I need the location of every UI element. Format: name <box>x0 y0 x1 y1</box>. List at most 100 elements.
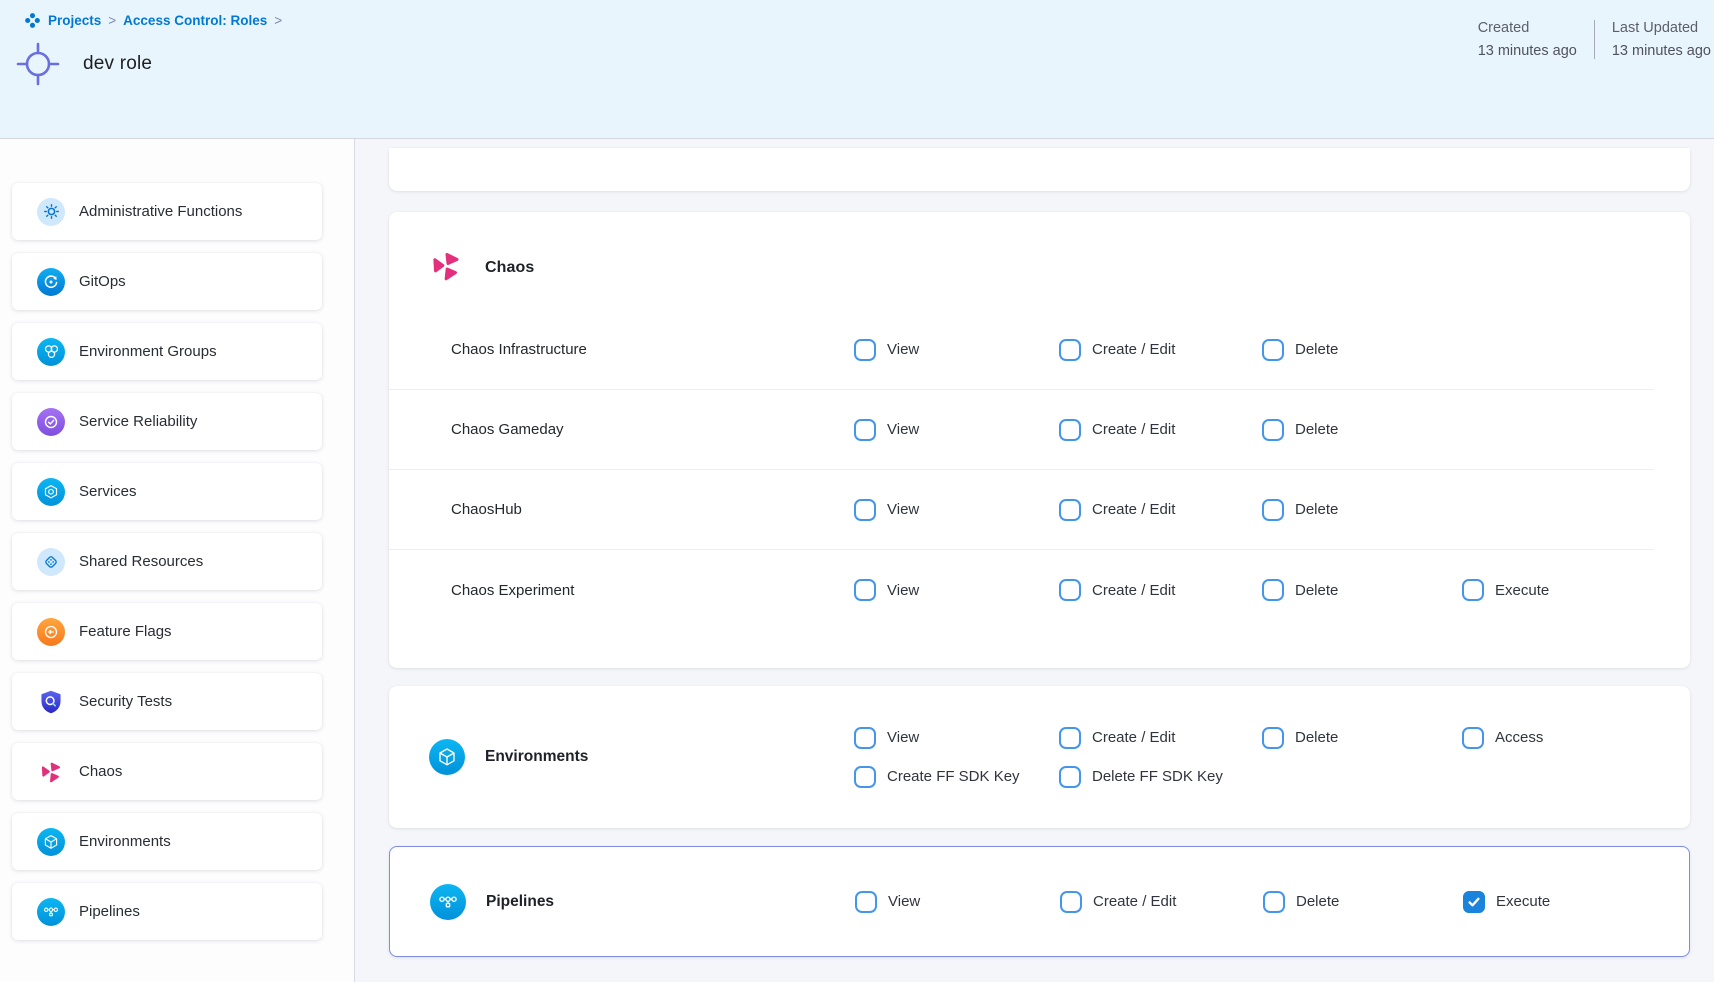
sidebar-item-shared-resources[interactable]: Shared Resources <box>12 533 322 590</box>
checkbox-delete-ff-sdk-key[interactable]: Delete FF SDK Key <box>1059 766 1262 788</box>
checkbox[interactable] <box>854 339 876 361</box>
checkbox-view[interactable]: View <box>854 419 1059 441</box>
checkbox-view[interactable]: View <box>854 579 1059 601</box>
sidebar-item-services[interactable]: Services <box>12 463 322 520</box>
checkbox[interactable] <box>854 499 876 521</box>
checkbox-delete[interactable]: Delete <box>1262 419 1462 441</box>
checkbox[interactable] <box>1059 339 1081 361</box>
checkbox-view[interactable]: View <box>854 727 1059 749</box>
permission-row-chaos-infrastructure: Chaos Infrastructure View Create / Edit … <box>389 310 1654 390</box>
checkbox-label: Create / Edit <box>1092 501 1175 518</box>
created-value: 13 minutes ago <box>1478 43 1577 59</box>
row-label: Chaos Gameday <box>451 421 854 438</box>
shared-resources-icon <box>37 548 65 576</box>
checkbox-create-edit[interactable]: Create / Edit <box>1059 499 1262 521</box>
permission-row-chaos-experiment: Chaos Experiment View Create / Edit Dele… <box>389 550 1654 630</box>
environments-resource-card: Environments View Create / Edit Delete A… <box>389 686 1690 828</box>
checkbox-delete[interactable]: Delete <box>1263 891 1463 913</box>
security-tests-icon <box>37 688 65 716</box>
checkbox[interactable] <box>854 419 876 441</box>
checkbox[interactable] <box>1059 579 1081 601</box>
checkbox[interactable] <box>854 766 876 788</box>
checkbox[interactable] <box>1262 727 1284 749</box>
checkbox-label: Delete <box>1296 893 1339 910</box>
checkbox[interactable] <box>1462 727 1484 749</box>
role-meta: Created 13 minutes ago Last Updated 13 m… <box>1478 20 1711 59</box>
sidebar-item-administrative-functions[interactable]: Administrative Functions <box>12 183 322 240</box>
breadcrumb-projects[interactable]: Projects <box>48 13 101 28</box>
checkbox[interactable] <box>1263 891 1285 913</box>
checkbox-label: Create / Edit <box>1092 341 1175 358</box>
checkbox[interactable] <box>854 727 876 749</box>
checkbox[interactable] <box>1462 579 1484 601</box>
title-row: dev role <box>13 39 1714 89</box>
checkbox[interactable] <box>1262 339 1284 361</box>
checkbox-create-ff-sdk-key[interactable]: Create FF SDK Key <box>854 766 1059 788</box>
checkbox-checked[interactable] <box>1463 891 1485 913</box>
checkbox-label: Create / Edit <box>1092 421 1175 438</box>
checkbox-label: Delete FF SDK Key <box>1092 768 1223 785</box>
sidebar-item-pipelines[interactable]: Pipelines <box>12 883 322 940</box>
checkbox[interactable] <box>1059 727 1081 749</box>
gitops-icon <box>37 268 65 296</box>
checkbox-create-edit[interactable]: Create / Edit <box>1059 727 1262 749</box>
sidebar-item-gitops[interactable]: GitOps <box>12 253 322 310</box>
sidebar-item-feature-flags[interactable]: Feature Flags <box>12 603 322 660</box>
sidebar-item-label: Environments <box>79 833 171 850</box>
checkbox-label: Execute <box>1496 893 1550 910</box>
environment-groups-icon <box>37 338 65 366</box>
checkbox-delete[interactable]: Delete <box>1262 579 1462 601</box>
checkbox[interactable] <box>1262 419 1284 441</box>
pipelines-icon <box>37 898 65 926</box>
checkbox-label: Execute <box>1495 582 1549 599</box>
checkbox-label: View <box>888 893 920 910</box>
card-title-environments: Environments <box>485 748 588 766</box>
service-reliability-icon <box>37 408 65 436</box>
checkbox-label: Delete <box>1295 421 1338 438</box>
checkbox-execute[interactable]: Execute <box>1462 579 1654 601</box>
checkbox[interactable] <box>1059 499 1081 521</box>
checkbox-access[interactable]: Access <box>1462 727 1690 749</box>
checkbox[interactable] <box>1262 499 1284 521</box>
sidebar-item-environments[interactable]: Environments <box>12 813 322 870</box>
sidebar-item-environment-groups[interactable]: Environment Groups <box>12 323 322 380</box>
checkbox[interactable] <box>855 891 877 913</box>
checkbox-create-edit[interactable]: Create / Edit <box>1059 339 1262 361</box>
row-label: Chaos Experiment <box>451 582 854 599</box>
checkbox-label: Create / Edit <box>1093 893 1176 910</box>
checkbox-delete[interactable]: Delete <box>1262 727 1462 749</box>
sidebar-item-label: Services <box>79 483 137 500</box>
card-title-chaos: Chaos <box>485 259 534 277</box>
services-icon <box>37 478 65 506</box>
row-label: ChaosHub <box>451 501 854 518</box>
sidebar-item-service-reliability[interactable]: Service Reliability <box>12 393 322 450</box>
checkbox-view[interactable]: View <box>854 339 1059 361</box>
checkbox[interactable] <box>1059 419 1081 441</box>
checkbox-label: Create / Edit <box>1092 729 1175 746</box>
breadcrumb-access-control-roles[interactable]: Access Control: Roles <box>123 13 267 28</box>
sidebar-item-label: Administrative Functions <box>79 203 242 220</box>
chaos-pinwheel-icon <box>37 758 65 786</box>
role-crosshair-icon <box>13 39 63 89</box>
checkbox-execute-checked[interactable]: Execute <box>1463 891 1689 913</box>
checkbox[interactable] <box>1262 579 1284 601</box>
checkbox-view[interactable]: View <box>855 891 1060 913</box>
checkbox-create-edit[interactable]: Create / Edit <box>1059 419 1262 441</box>
checkbox-create-edit[interactable]: Create / Edit <box>1059 579 1262 601</box>
projects-logo-icon <box>24 12 41 29</box>
checkbox-label: Delete <box>1295 729 1338 746</box>
checkbox-delete[interactable]: Delete <box>1262 499 1462 521</box>
checkbox-label: Access <box>1495 729 1543 746</box>
checkbox[interactable] <box>1060 891 1082 913</box>
checkbox-create-edit[interactable]: Create / Edit <box>1060 891 1263 913</box>
checkbox-view[interactable]: View <box>854 499 1059 521</box>
checkbox-delete[interactable]: Delete <box>1262 339 1462 361</box>
sidebar-item-chaos[interactable]: Chaos <box>12 743 322 800</box>
feature-flags-icon <box>37 618 65 646</box>
checkbox-label: Create FF SDK Key <box>887 768 1020 785</box>
checkbox[interactable] <box>1059 766 1081 788</box>
checkmark-icon <box>1467 895 1481 909</box>
sidebar-item-security-tests[interactable]: Security Tests <box>12 673 322 730</box>
pipelines-resource-card-selected: Pipelines View Create / Edit Delete <box>389 846 1690 957</box>
checkbox[interactable] <box>854 579 876 601</box>
